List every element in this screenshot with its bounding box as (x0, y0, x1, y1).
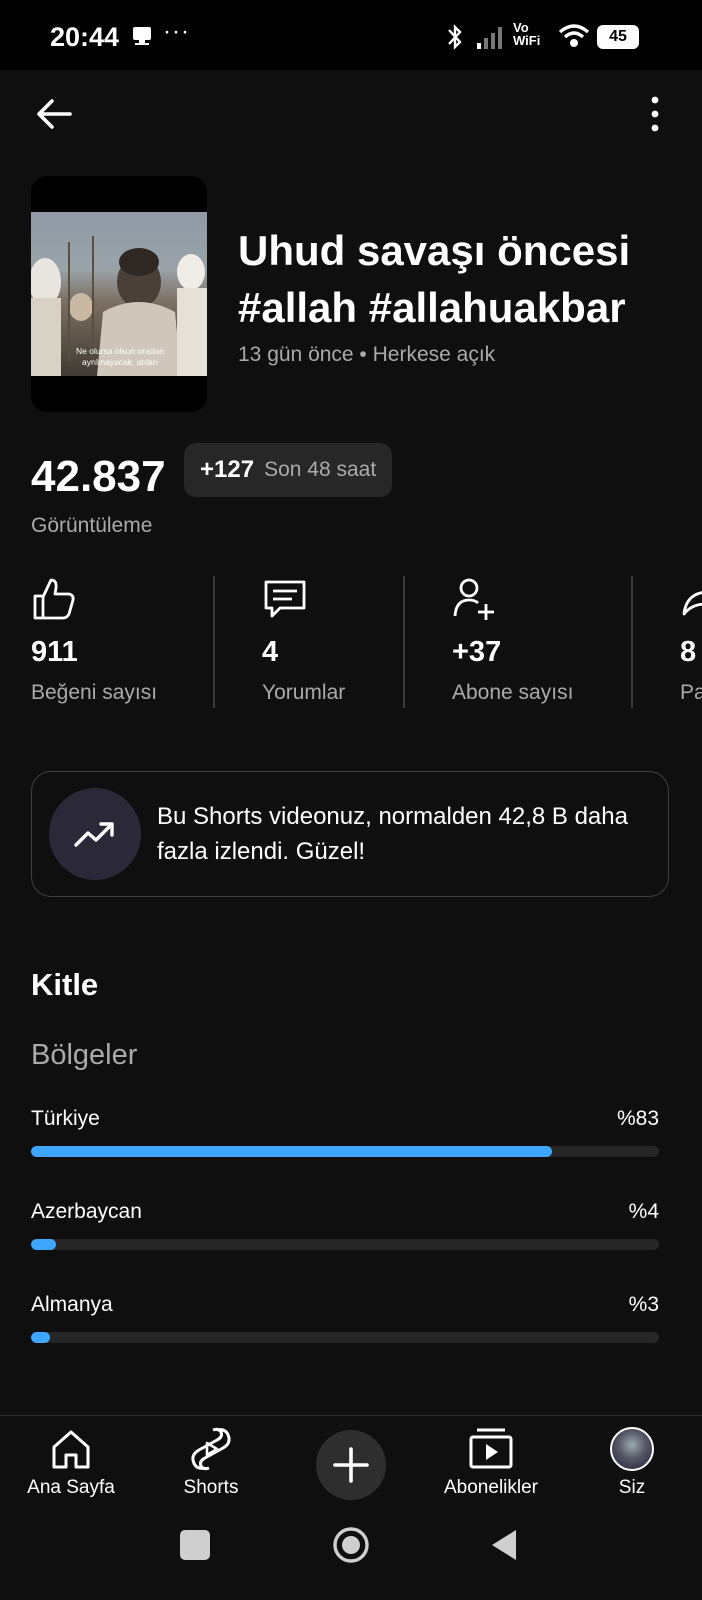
thumb-up-icon (33, 578, 75, 620)
insight-text: Bu Shorts videonuz, normalden 42,8 B dah… (157, 803, 628, 865)
stat-value: +37 (452, 636, 502, 668)
battery-level: 45 (609, 28, 627, 45)
wifi-icon (558, 24, 590, 47)
status-bar: 20:44 ··· Vo WiFi 45 (0, 0, 702, 70)
stat-value: 4 (262, 636, 279, 668)
notification-icon (133, 27, 151, 45)
stat-value: 8 (680, 636, 697, 668)
trending-up-icon (74, 822, 114, 847)
recents-button[interactable] (180, 1530, 210, 1560)
divider (213, 576, 215, 708)
insight-card[interactable]: Bu Shorts videonuz, normalden 42,8 B dah… (31, 771, 669, 897)
bottom-nav-divider (0, 1415, 702, 1416)
region-bar-fill (31, 1332, 50, 1343)
arrow-left-icon[interactable] (32, 92, 76, 136)
region-name: Türkiye (31, 1107, 100, 1130)
comment-icon (264, 580, 306, 618)
signal-icon (477, 27, 502, 49)
region-row: Türkiye %83 (31, 1107, 659, 1157)
avatar (610, 1427, 654, 1471)
stat-shares[interactable]: 8 Pa (680, 576, 702, 705)
video-title: Uhud savaşı öncesi #allah #allahuakbar (238, 227, 631, 331)
stat-label: Yorumlar (262, 681, 346, 704)
region-bar-track (31, 1239, 659, 1250)
audience-heading: Kitle (31, 967, 99, 1002)
battery-icon: 45 (597, 25, 639, 49)
region-percent: %83 (616, 1107, 659, 1130)
region-percent: %3 (628, 1293, 659, 1316)
views-delta: +127 (200, 456, 255, 483)
home-icon (52, 1430, 90, 1469)
plus-icon (333, 1447, 369, 1483)
divider (631, 576, 633, 708)
create-button[interactable] (316, 1430, 386, 1500)
stat-value: 911 (31, 636, 78, 668)
region-bar-track (31, 1332, 659, 1343)
nav-label: Ana Sayfa (27, 1477, 115, 1498)
region-name: Almanya (31, 1293, 113, 1316)
nav-home[interactable]: Ana Sayfa (1, 1425, 141, 1499)
more-notifications-icon: ··· (163, 18, 190, 45)
stat-comments[interactable]: 4 Yorumlar (262, 576, 345, 705)
nav-label: Shorts (183, 1477, 239, 1498)
home-system-button[interactable] (331, 1525, 371, 1565)
person-add-icon (453, 578, 494, 620)
subscriptions-icon (469, 1428, 513, 1469)
region-bar-fill (31, 1146, 553, 1157)
status-time: 20:44 (50, 22, 120, 52)
nav-subscriptions[interactable]: Abonelikler (421, 1425, 561, 1499)
nav-shorts[interactable]: Shorts (141, 1425, 281, 1499)
region-bar-fill (31, 1239, 57, 1250)
regions-heading: Bölgeler (31, 1039, 138, 1071)
share-icon (682, 591, 702, 616)
bluetooth-icon (448, 24, 462, 50)
region-name: Azerbaycan (31, 1200, 142, 1223)
insight-icon-circle (49, 788, 141, 880)
region-bar-track (31, 1146, 659, 1157)
views-count: 42.837 (31, 452, 166, 501)
region-percent: %4 (628, 1200, 659, 1223)
views-delta-pill: +127 Son 48 saat (184, 443, 393, 497)
region-row: Azerbaycan %4 (31, 1200, 659, 1250)
nav-label: Siz (618, 1477, 646, 1498)
video-thumbnail[interactable]: Ne olursa olsun oradan ayrılmayacak, atı… (31, 176, 207, 412)
stat-subscribers[interactable]: +37 Abone sayısı (452, 576, 573, 705)
shorts-icon (191, 1427, 231, 1471)
stat-likes[interactable]: 911 Beğeni sayısı (31, 576, 157, 705)
more-vert-icon[interactable] (630, 92, 674, 136)
nav-label: Abonelikler (444, 1477, 538, 1498)
vowifi-icon: Vo WiFi (513, 20, 541, 48)
region-row: Almanya %3 (31, 1293, 659, 1343)
thumbnail-subtitle: Ne olursa olsun oradan ayrılmayacak, atı… (76, 346, 164, 367)
video-meta: 13 gün önce • Herkese açık (238, 343, 496, 366)
stat-label: Beğeni sayısı (31, 681, 158, 704)
views-label: Görüntüleme (31, 514, 153, 537)
views-period: Son 48 saat (264, 458, 377, 481)
stat-label: Pa (680, 681, 702, 704)
nav-you[interactable]: Siz (562, 1425, 702, 1499)
back-system-button[interactable] (490, 1528, 520, 1562)
divider (403, 576, 405, 708)
stat-label: Abone sayısı (452, 681, 574, 704)
